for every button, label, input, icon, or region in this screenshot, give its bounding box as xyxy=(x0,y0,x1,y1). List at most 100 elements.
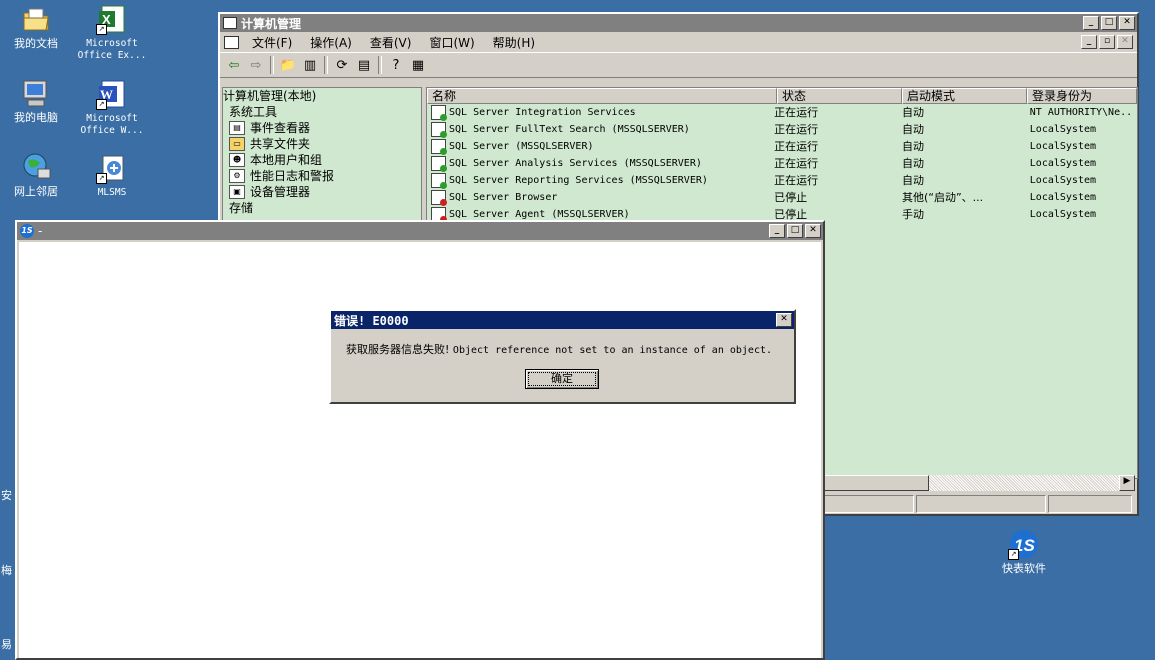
desktop-icon-label: 快表软件 xyxy=(1002,562,1046,575)
menu-window[interactable]: 窗口(W) xyxy=(420,34,483,51)
service-row[interactable]: SQL Server Integration Services 正在运行 自动 NT … xyxy=(427,104,1137,121)
back-arrow-icon[interactable]: ⇦ xyxy=(224,56,244,74)
scrollbar-thumb[interactable] xyxy=(824,475,929,491)
service-status: 正在运行 xyxy=(774,140,819,153)
service-icon xyxy=(431,139,447,155)
status-pane xyxy=(1048,495,1132,513)
mmc-title: 计算机管理 xyxy=(241,16,302,31)
service-logon: LocalSystem xyxy=(1029,209,1097,220)
service-icon xyxy=(431,156,447,172)
toolbar-separator xyxy=(378,56,382,74)
column-header-status[interactable]: 状态 xyxy=(777,88,902,104)
service-icon xyxy=(431,190,447,206)
service-row[interactable]: SQL Server FullText Search (MSSQLSERVER)… xyxy=(427,121,1137,138)
error-message-en: Object reference not set to an instance … xyxy=(452,345,773,356)
tree-item-label: 性能日志和警报 xyxy=(250,169,335,183)
menu-action[interactable]: 操作(A) xyxy=(301,34,361,51)
desktop-icon-label: MLSMS xyxy=(97,187,127,198)
desktop-icon-network[interactable]: 网上邻居 xyxy=(1,151,71,198)
service-row[interactable]: SQL Server Analysis Services (MSSQLSERVE… xyxy=(427,155,1137,172)
tree-item-device-manager[interactable]: ▣ 设备管理器 xyxy=(223,184,421,200)
mmc-toolbar: ⇦ ⇨ 📁 ▥ ⟳ ▤ ? ▦ xyxy=(220,52,1137,78)
horizontal-scrollbar[interactable]: ▶ xyxy=(824,475,1135,491)
service-logon: LocalSystem xyxy=(1029,192,1097,203)
child-restore-button[interactable]: ▫ xyxy=(1099,35,1115,49)
desktop-icon-mlsms[interactable]: ↗ MLSMS xyxy=(77,152,147,199)
desktop-icon-word[interactable]: W ↗ Microsoft Office W... xyxy=(77,78,147,137)
help-icon[interactable]: ? xyxy=(386,56,406,74)
service-name: SQL Server Browser xyxy=(449,192,558,203)
ok-button[interactable]: 确定 xyxy=(525,369,599,389)
export-list-icon[interactable]: ▤ xyxy=(354,56,374,74)
close-button[interactable]: ✕ xyxy=(805,224,821,238)
tree-item-event-viewer[interactable]: ▤ 事件查看器 xyxy=(223,120,421,136)
tree-item-storage[interactable]: 存储 xyxy=(223,200,421,216)
tree-item-system-tools[interactable]: 系统工具 xyxy=(223,104,421,120)
service-logon: LocalSystem xyxy=(1029,124,1097,135)
service-row[interactable]: SQL Server (MSSQLSERVER) 正在运行 自动 LocalSyste… xyxy=(427,138,1137,155)
child-minimize-button[interactable]: _ xyxy=(1081,35,1097,49)
tree-item-performance-logs[interactable]: ⚙ 性能日志和警报 xyxy=(223,168,421,184)
desktop-icon-my-computer[interactable]: 我的电脑 xyxy=(1,77,71,124)
service-startup-mode: 自动 xyxy=(901,174,924,187)
desktop-icon-kuaibiao[interactable]: 1S ↗ 快表软件 xyxy=(989,528,1059,575)
mmc-menubar: 文件(F) 操作(A) 查看(V) 窗口(W) 帮助(H) _ ▫ ✕ xyxy=(220,32,1137,52)
app-titlebar[interactable]: 1S - _ □ ✕ xyxy=(17,222,823,240)
service-status: 正在运行 xyxy=(774,157,819,170)
service-name-cell: SQL Server Analysis Services (MSSQLSERVE… xyxy=(427,155,768,172)
computer-management-icon xyxy=(223,17,237,29)
service-icon xyxy=(431,173,447,189)
desktop-icon-my-documents[interactable]: 我的文档 xyxy=(1,3,71,50)
show-tree-icon[interactable]: ▥ xyxy=(300,56,320,74)
maximize-button[interactable]: □ xyxy=(1101,16,1117,30)
tree-item-label: 事件查看器 xyxy=(250,121,311,135)
service-row[interactable]: SQL Server Reporting Services (MSSQLSERV… xyxy=(427,172,1137,189)
desktop-icon-label: 我的文档 xyxy=(14,37,58,50)
desktop-icon-excel[interactable]: X ↗ Microsoft Office Ex... xyxy=(77,3,147,62)
child-close-button[interactable]: ✕ xyxy=(1117,35,1133,49)
column-header-name[interactable]: 名称 xyxy=(427,88,777,104)
service-name: SQL Server Analysis Services (MSSQLSERVE… xyxy=(449,158,702,169)
tree-item-root[interactable]: 计算机管理(本地) xyxy=(223,88,421,104)
my-documents-icon xyxy=(20,3,52,35)
scrollbar-track[interactable] xyxy=(929,475,1119,491)
close-button[interactable]: ✕ xyxy=(1119,16,1135,30)
app-window[interactable]: 1S - _ □ ✕ xyxy=(15,220,825,660)
desktop-edge-label: 梅 xyxy=(1,564,12,577)
console-tree[interactable]: 计算机管理(本地) 系统工具 ▤ 事件查看器 ▭ 共享文件夹 ☻ 本地用户和组 ⚙ 性能… xyxy=(222,87,422,224)
close-button[interactable]: ✕ xyxy=(776,313,792,327)
app-title: - xyxy=(38,224,43,238)
desktop-icon-label: Microsoft Office Ex... xyxy=(77,38,147,61)
service-row[interactable]: SQL Server Browser 已停止 其他(“启动”、... LocalSys… xyxy=(427,189,1137,206)
menu-view[interactable]: 查看(V) xyxy=(361,34,421,51)
service-name: SQL Server Reporting Services (MSSQLSERV… xyxy=(449,175,708,186)
mmc-titlebar[interactable]: 计算机管理 _ □ ✕ xyxy=(220,14,1137,32)
scroll-right-arrow-icon[interactable]: ▶ xyxy=(1119,475,1135,491)
column-header-startup[interactable]: 启动模式 xyxy=(902,88,1027,104)
minimize-button[interactable]: _ xyxy=(769,224,785,238)
tree-item-local-users[interactable]: ☻ 本地用户和组 xyxy=(223,152,421,168)
users-icon: ☻ xyxy=(229,153,245,167)
menu-file[interactable]: 文件(F) xyxy=(243,34,301,51)
performance-icon: ⚙ xyxy=(229,169,245,183)
column-header-logon[interactable]: 登录身份为 xyxy=(1027,88,1137,104)
event-viewer-icon: ▤ xyxy=(229,121,245,135)
status-bar xyxy=(824,495,1134,513)
service-startup-mode: 自动 xyxy=(901,106,924,119)
up-folder-icon[interactable]: 📁 xyxy=(278,56,298,74)
error-dialog[interactable]: 错误! E0000 ✕ 获取服务器信息失败! Object reference … xyxy=(329,309,796,404)
shared-folder-icon: ▭ xyxy=(229,137,245,151)
desktop-edge-label: 安 xyxy=(1,489,12,502)
error-dialog-titlebar[interactable]: 错误! E0000 ✕ xyxy=(331,311,794,329)
service-startup-mode: 手动 xyxy=(901,208,924,221)
network-icon xyxy=(20,151,52,183)
refresh-icon[interactable]: ⟳ xyxy=(332,56,352,74)
service-name: SQL Server FullText Search (MSSQLSERVER) xyxy=(449,124,690,135)
maximize-button[interactable]: □ xyxy=(787,224,803,238)
tree-item-shared-folders[interactable]: ▭ 共享文件夹 xyxy=(223,136,421,152)
console-icon[interactable] xyxy=(224,35,239,49)
menu-help[interactable]: 帮助(H) xyxy=(484,34,544,51)
properties-icon[interactable]: ▦ xyxy=(408,56,428,74)
forward-arrow-icon[interactable]: ⇨ xyxy=(246,56,266,74)
minimize-button[interactable]: _ xyxy=(1083,16,1099,30)
